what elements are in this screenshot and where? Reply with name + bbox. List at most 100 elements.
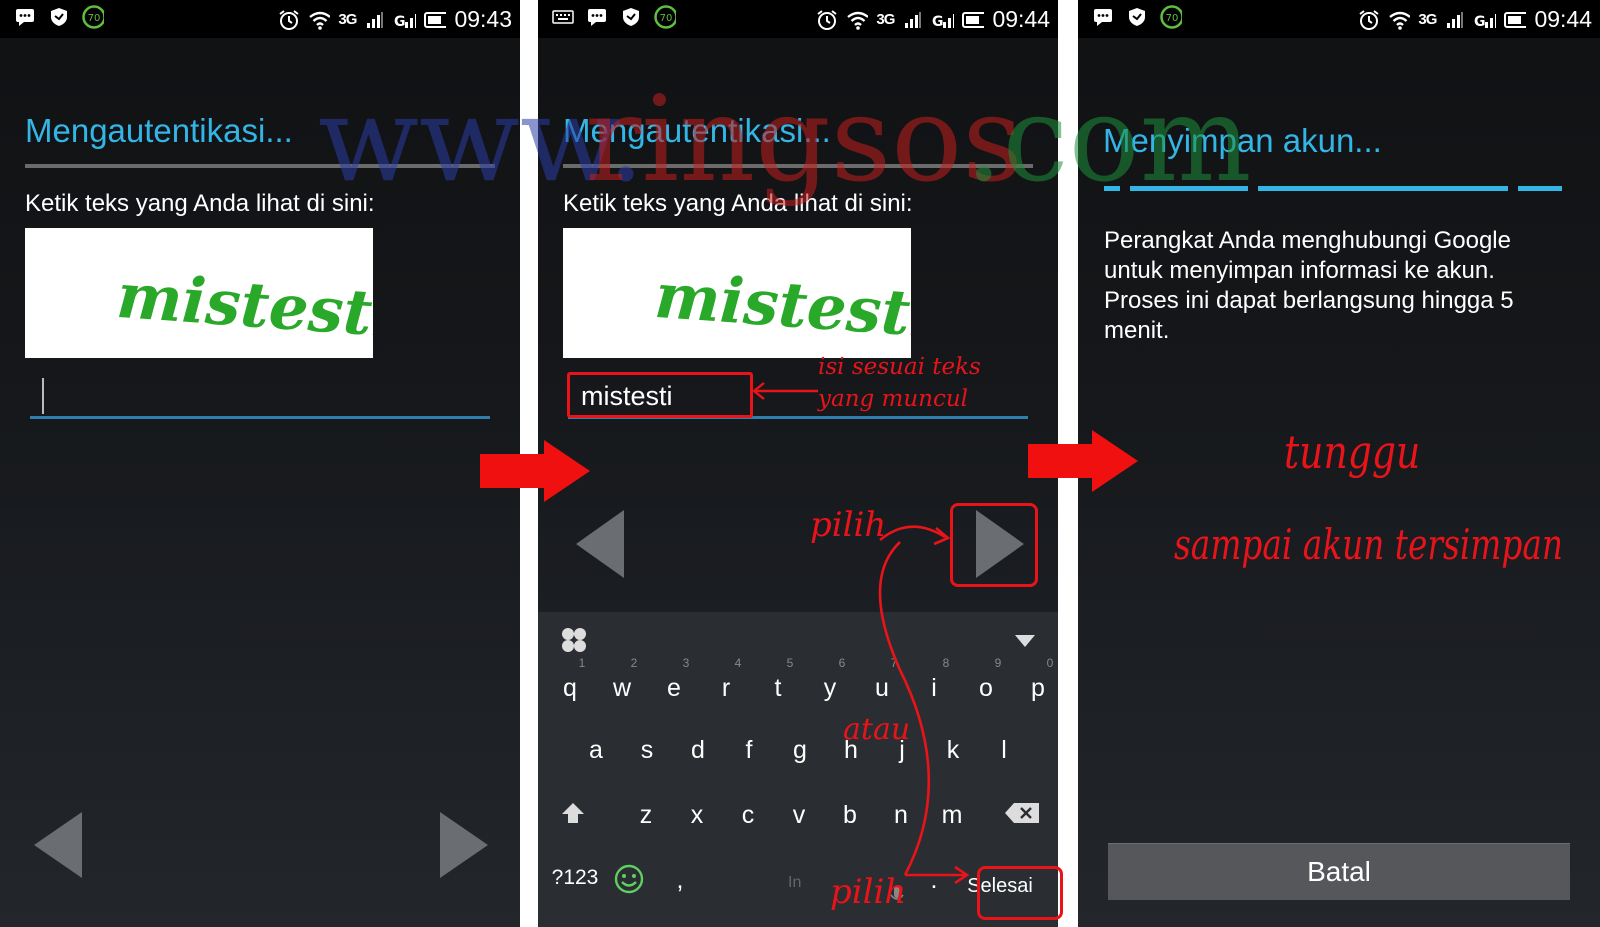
alarm-icon [816,9,838,31]
network-type-label: 3G [876,11,895,28]
key-number-hint: 1 [578,656,586,670]
key-number-hint: 4 [734,656,742,670]
status-bar: 70 3G G 09:43 [0,0,520,38]
annotation-arrow-icon [752,382,818,400]
key-l[interactable]: l [984,736,1024,765]
back-button[interactable] [32,810,86,885]
key-y[interactable]: y [810,674,850,703]
key-number-hint: 9 [994,656,1002,670]
back-button[interactable] [574,508,628,585]
key-v[interactable]: v [779,801,819,830]
annotation-fill-hint-1: isi sesuai teks [818,354,981,380]
page-title: Mengautentikasi... [25,112,293,149]
comma-key[interactable]: , [660,866,700,895]
next-button[interactable] [436,810,490,885]
captcha-text: mistesti [652,259,911,351]
shield-icon [620,6,642,28]
signal-icon: G [1474,9,1497,31]
shift-key[interactable] [560,801,586,830]
annotation-fill-hint-2: yang muncul [818,386,969,412]
key-number-hint: 0 [1046,656,1054,670]
clock: 09:44 [1534,6,1592,32]
svg-text:70: 70 [1166,13,1179,24]
network-type-label: 3G [338,11,357,28]
annotation-until-saved: sampai akun tersimpan [1174,520,1563,569]
watermark-com: .com [965,70,1252,208]
highlight-box-input [567,372,753,418]
battery-icon [424,9,447,31]
key-x[interactable]: x [677,801,717,830]
captcha-text: mistesti [114,259,373,351]
wifi-icon [846,9,869,31]
wifi-icon [1388,9,1411,31]
alarm-icon [1358,9,1380,31]
key-q[interactable]: q [550,674,590,703]
shield-icon [1126,6,1148,28]
key-number-hint: 6 [838,656,846,670]
annotation-curve-arrow-icon [878,525,970,885]
backspace-key[interactable] [1004,802,1040,829]
key-f[interactable]: f [729,736,769,765]
emoji-key[interactable] [614,864,644,899]
shield-icon [48,6,70,28]
key-z[interactable]: z [626,801,666,830]
status-bar: 70 3G G 09:44 [1078,0,1600,38]
signal-icon [364,9,386,31]
status-bar: 70 3G G 09:44 [538,0,1058,38]
clock: 09:44 [992,6,1050,32]
key-p[interactable]: p [1018,674,1058,703]
captcha-image: mistesti [563,228,936,358]
key-r[interactable]: r [706,674,746,703]
watermark-ringsos: ringsos [585,70,1023,208]
network-type-label: 3G [1418,11,1437,28]
key-e[interactable]: e [654,674,694,703]
arrow-left-icon [576,510,624,578]
signal-icon [1444,9,1466,31]
key-number-hint: 5 [786,656,794,670]
battery-level-badge-icon: 70 [654,5,676,29]
space-language-hint: In [788,874,802,891]
info-message: Perangkat Anda menghubungi Google untuk … [1104,227,1514,344]
signal-icon: G [394,9,417,31]
key-g[interactable]: g [780,736,820,765]
key-t[interactable]: t [758,674,798,703]
keyboard-settings-icon[interactable] [560,626,588,659]
key-w[interactable]: w [602,674,642,703]
chat-notification-icon [586,6,608,28]
chat-notification-icon [1092,6,1114,28]
alarm-icon [278,9,300,31]
transition-arrow-icon [1028,430,1138,492]
battery-icon [1504,9,1527,31]
key-s[interactable]: s [627,736,667,765]
key-c[interactable]: c [728,801,768,830]
signal-icon: G [932,9,955,31]
key-a[interactable]: a [576,736,616,765]
battery-icon [962,9,985,31]
captcha-image: mistesti [25,228,398,358]
chat-notification-icon [14,6,36,28]
cancel-button[interactable]: Batal [1108,843,1570,900]
svg-text:G: G [394,14,406,29]
text-cursor [42,378,44,414]
annotation-wait: tunggu [1284,425,1421,479]
key-number-hint: 2 [630,656,638,670]
backspace-icon [1005,803,1039,823]
key-d[interactable]: d [678,736,718,765]
svg-text:G: G [1474,14,1486,29]
shift-icon [562,803,584,823]
arrow-right-icon [440,812,488,878]
battery-level-badge-icon: 70 [1160,5,1182,29]
hide-keyboard-icon[interactable] [1014,634,1036,653]
captcha-input-field[interactable] [30,416,490,419]
battery-level-badge-icon: 70 [82,5,104,29]
emoji-icon [614,864,644,894]
svg-text:70: 70 [660,13,673,24]
wifi-icon [308,9,331,31]
signal-icon [902,9,924,31]
transition-arrow-icon [480,440,590,502]
svg-text:70: 70 [88,13,101,24]
arrow-left-icon [34,812,82,878]
clock: 09:43 [454,6,512,32]
svg-text:G: G [932,14,944,29]
symbols-key[interactable]: ?123 [542,866,608,890]
